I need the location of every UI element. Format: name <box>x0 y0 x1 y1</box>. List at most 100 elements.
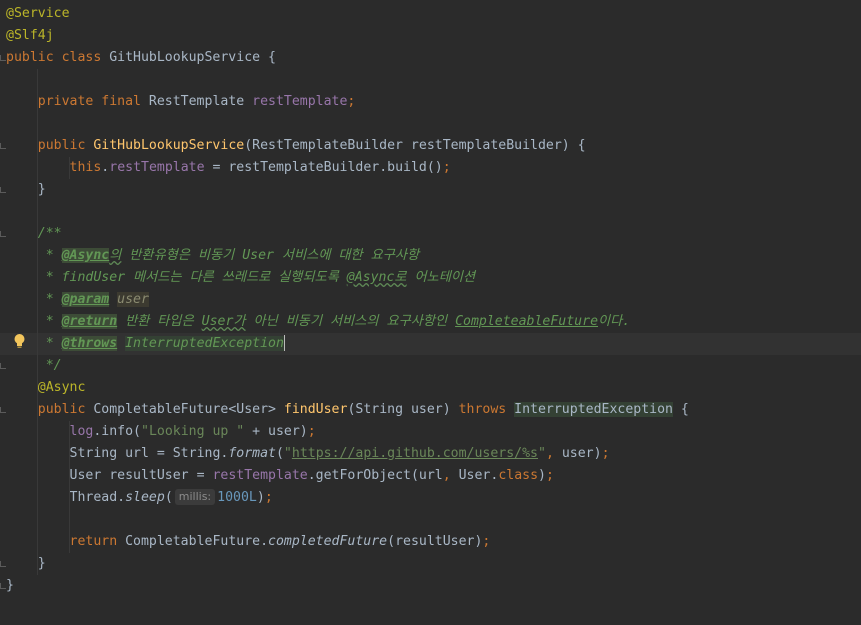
code-token: User가 <box>201 314 246 329</box>
intention-bulb-icon[interactable] <box>14 334 25 349</box>
code-line[interactable]: public CompletableFuture<User> findUser(… <box>0 399 861 421</box>
code-line[interactable]: /** <box>0 223 861 245</box>
fold-marker-icon[interactable] <box>0 407 6 413</box>
code-token: public <box>37 402 94 417</box>
code-token: GitHubLookupService { <box>109 50 276 65</box>
code-token: ) <box>256 490 265 505</box>
code-token: return <box>69 534 126 549</box>
code-token: @Slf4j <box>6 28 54 43</box>
indent-guide <box>37 69 38 575</box>
code-token: https://api.github.com/users/%s <box>291 446 539 461</box>
code-editor[interactable]: @Service @Slf4j public class GitHubLookupS… <box>0 0 861 625</box>
indent-guide <box>69 421 70 553</box>
code-token: Thread. <box>69 490 126 505</box>
code-line[interactable]: @Async <box>0 377 861 399</box>
code-token: InterruptedException <box>514 402 673 417</box>
code-token: @Async로 <box>346 270 407 285</box>
code-token: ; <box>264 490 273 505</box>
code-line[interactable]: */ <box>0 355 861 377</box>
code-token: @Async <box>61 248 110 263</box>
fold-marker-icon[interactable] <box>0 583 6 589</box>
code-token: { <box>672 402 689 417</box>
code-line[interactable]: log.info("Looking up " + user); <box>0 421 861 443</box>
code-line[interactable] <box>0 201 861 223</box>
code-token: .info( <box>93 424 141 439</box>
code-line[interactable]: return CompletableFuture.completedFuture… <box>0 531 861 553</box>
code-token: private final <box>37 94 149 109</box>
code-token: format <box>228 446 276 461</box>
code-line[interactable]: * @param user <box>0 289 861 311</box>
code-line[interactable]: String url = String.format("https://api.… <box>0 443 861 465</box>
code-token: restTemplate <box>252 94 348 109</box>
code-line[interactable]: * @return 반환 타입은 User가 아닌 비동기 서비스의 요구사항인… <box>0 311 861 333</box>
fold-marker-icon[interactable] <box>0 187 6 193</box>
code-line[interactable]: User resultUser = restTemplate.getForObj… <box>0 465 861 487</box>
code-token: * <box>6 314 62 329</box>
code-token: @Service <box>6 6 70 21</box>
code-token: 반환유형은 비동기 User 서비스에 대한 요구사항 <box>121 248 420 263</box>
code-token: 1000L <box>217 490 257 505</box>
code-token: ) <box>538 468 546 483</box>
code-line[interactable]: this.restTemplate = restTemplateBuilder.… <box>0 157 861 179</box>
code-token: ; <box>307 424 316 439</box>
code-token: @return <box>61 314 118 329</box>
code-token: CompletableFuture<User> <box>93 402 284 417</box>
code-token: " <box>538 446 546 461</box>
code-token: GitHubLookupService <box>93 138 245 153</box>
code-line[interactable]: } <box>0 575 861 597</box>
code-token: } <box>6 556 46 571</box>
fold-marker-icon[interactable] <box>0 231 6 237</box>
code-line[interactable]: @Service <box>0 3 861 25</box>
code-token: , <box>442 468 459 483</box>
code-line[interactable]: * @Async의 반환유형은 비동기 User 서비스에 대한 요구사항 <box>0 245 861 267</box>
code-token: 이다. <box>598 314 631 329</box>
code-line[interactable] <box>0 69 861 91</box>
code-line[interactable] <box>0 113 861 135</box>
code-token: user <box>117 292 149 307</box>
code-token: * <box>6 292 62 307</box>
code-token: (RestTemplateBuilder restTemplateBuilder… <box>244 138 586 153</box>
code-token: /** <box>6 226 62 241</box>
code-token: ; <box>601 446 610 461</box>
code-token: 아닌 비동기 서비스의 요구사항인 <box>245 314 456 329</box>
code-token: 어노테이션 <box>406 270 476 285</box>
fold-marker-icon[interactable] <box>0 55 6 61</box>
indent-guide <box>69 157 70 179</box>
code-line[interactable]: public GitHubLookupService(RestTemplateB… <box>0 135 861 157</box>
code-line[interactable]: public class GitHubLookupService { <box>0 47 861 69</box>
code-token: CompletableFuture. <box>125 534 269 549</box>
fold-marker-icon[interactable] <box>0 143 6 149</box>
fold-marker-icon[interactable] <box>0 363 6 369</box>
code-line[interactable]: } <box>0 553 861 575</box>
parameter-hint: millis: <box>174 489 216 505</box>
code-token: User. <box>458 468 499 483</box>
code-token: String url = String. <box>69 446 229 461</box>
code-line[interactable]: } <box>0 179 861 201</box>
code-token: @param <box>61 292 110 307</box>
code-token: + user) <box>244 424 308 439</box>
code-token: , <box>545 446 562 461</box>
code-token: * findUser 메서드는 다른 쓰레드로 실행되도록 <box>6 270 347 285</box>
code-token: ; <box>442 160 451 175</box>
code-token: ( <box>275 446 284 461</box>
code-token: class <box>498 468 539 483</box>
code-line[interactable]: private final RestTemplate restTemplate; <box>0 91 861 113</box>
code-token: } <box>6 578 14 593</box>
code-line[interactable]: * findUser 메서드는 다른 쓰레드로 실행되도록 @Async로 어노… <box>0 267 861 289</box>
code-token: " <box>283 446 292 461</box>
code-line[interactable]: * @throws InterruptedException <box>0 333 861 355</box>
code-token: RestTemplate <box>148 94 253 109</box>
code-token: restTemplate <box>109 160 205 175</box>
code-token: } <box>6 182 46 197</box>
code-token: public <box>37 138 94 153</box>
code-line[interactable]: Thread.sleep(millis: 1000L); <box>0 487 861 509</box>
code-line[interactable] <box>0 509 861 531</box>
code-token: * <box>6 248 62 263</box>
fold-marker-icon[interactable] <box>0 561 6 567</box>
code-line[interactable]: @Slf4j <box>0 25 861 47</box>
